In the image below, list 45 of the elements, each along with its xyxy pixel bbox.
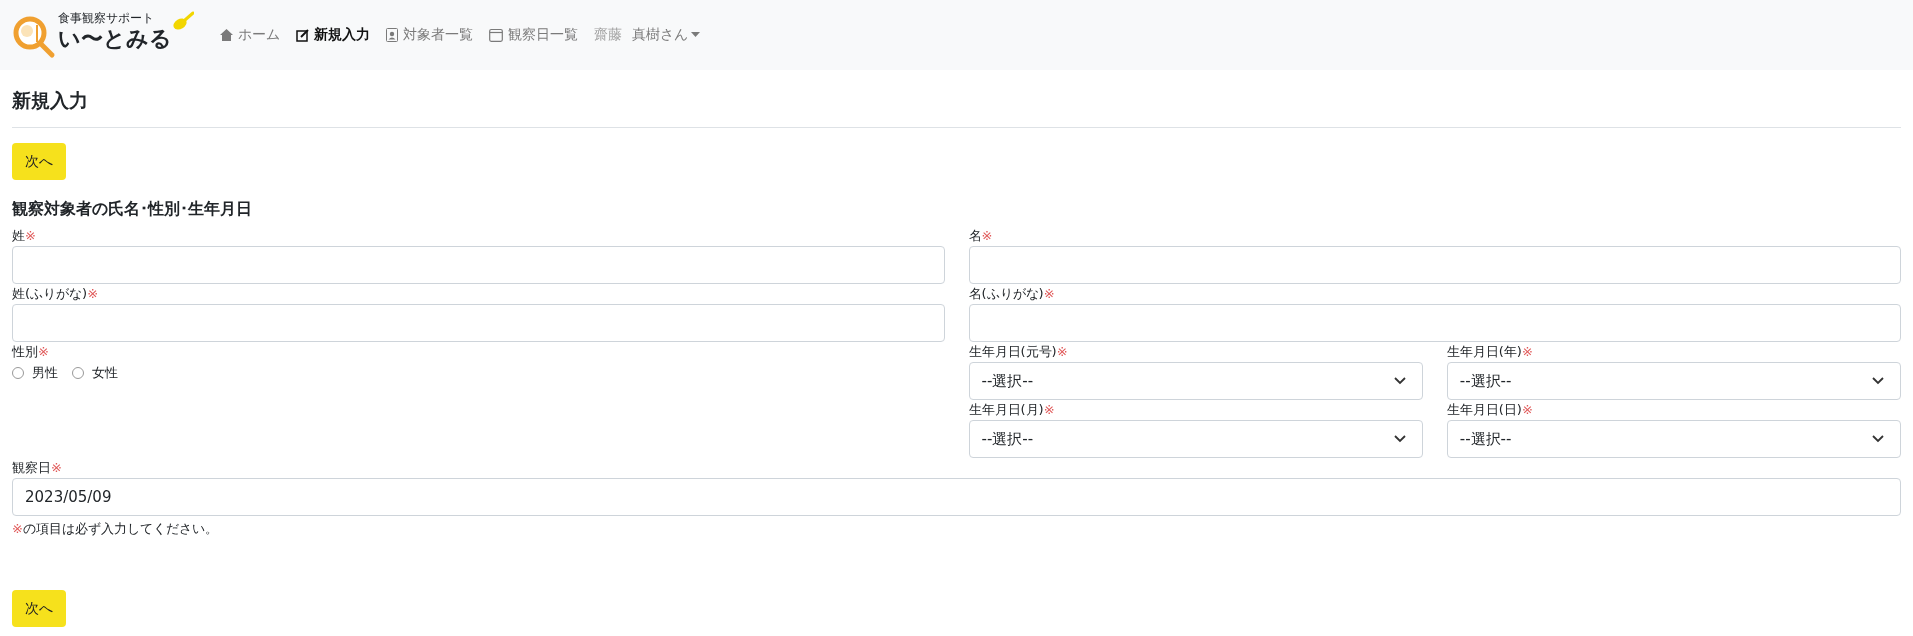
- nav-link[interactable]: ホーム: [220, 26, 280, 44]
- home-icon: [220, 29, 233, 41]
- page-title: 新規入力: [12, 88, 89, 113]
- chevron-down-icon: [1872, 377, 1884, 385]
- field-label: 生年月日(元号)※: [968, 343, 1069, 361]
- user-surname: 齋藤: [594, 26, 622, 44]
- input-field[interactable]: [968, 304, 1901, 342]
- magnifier-face-logo-icon: [12, 15, 56, 59]
- section-title: 観察対象者の氏名･性別･生年月日: [12, 198, 253, 220]
- select-dropdown[interactable]: --選択--: [1446, 362, 1901, 400]
- date-field[interactable]: 2023/05/09: [12, 478, 1901, 516]
- brand-name: い〜とみる: [58, 26, 172, 52]
- calendar-icon: [489, 28, 503, 42]
- next-button[interactable]: 次へ: [12, 590, 66, 627]
- field-label: 生年月日(日)※: [1446, 401, 1534, 419]
- field-label: 名※: [968, 227, 994, 245]
- select-dropdown[interactable]: --選択--: [968, 362, 1423, 400]
- radio-option[interactable]: 男性: [12, 364, 58, 382]
- caret-icon: [691, 32, 700, 38]
- field-label: 性別※: [12, 343, 50, 361]
- contact-card-icon: [386, 28, 398, 42]
- input-field[interactable]: [12, 304, 945, 342]
- radio-option[interactable]: 女性: [72, 364, 118, 382]
- field-label: 姓※: [12, 227, 37, 245]
- chevron-down-icon: [1393, 435, 1406, 443]
- field-label: 生年月日(年)※: [1446, 343, 1534, 361]
- field-label: 名(ふりがな)※: [968, 285, 1056, 303]
- nav-link[interactable]: 対象者一覧: [386, 26, 473, 44]
- required-note: ※の項目は必ず入力してください。: [12, 520, 219, 538]
- user-menu[interactable]: 真樹さん: [632, 26, 700, 44]
- chevron-down-icon: [1872, 435, 1884, 443]
- field-label: 生年月日(月)※: [968, 401, 1056, 419]
- spoon-icon: [172, 11, 194, 31]
- nav-link[interactable]: 観察日一覧: [489, 26, 578, 44]
- select-dropdown[interactable]: --選択--: [968, 420, 1423, 458]
- edit-icon: [296, 28, 309, 42]
- input-field[interactable]: [968, 246, 1901, 284]
- input-field[interactable]: [12, 246, 945, 284]
- brand-tagline: 食事観察サポート: [58, 11, 155, 26]
- nav-link[interactable]: 新規入力: [296, 26, 370, 44]
- field-label: 姓(ふりがな)※: [12, 285, 100, 303]
- field-label: 観察日※: [12, 459, 63, 477]
- chevron-down-icon: [1393, 377, 1406, 385]
- select-dropdown[interactable]: --選択--: [1446, 420, 1901, 458]
- next-button[interactable]: 次へ: [12, 143, 66, 180]
